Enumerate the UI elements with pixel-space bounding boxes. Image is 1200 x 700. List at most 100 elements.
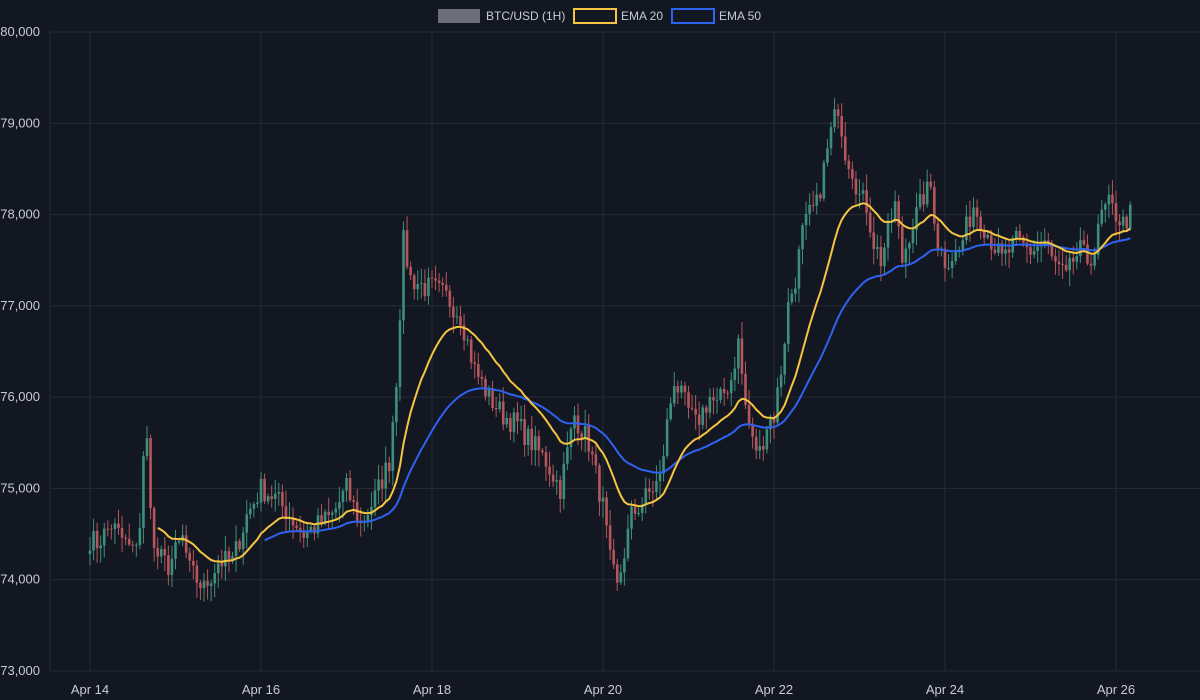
candle: [965, 205, 968, 245]
candle: [940, 246, 943, 257]
candle: [701, 404, 705, 430]
legend-item-ema20[interactable]: EMA 20: [573, 8, 663, 24]
candle: [291, 507, 295, 540]
candle: [669, 397, 672, 422]
candle: [473, 351, 477, 379]
candle: [330, 510, 334, 528]
x-tick-label: Apr 14: [71, 682, 109, 697]
candle: [633, 498, 637, 521]
candle: [733, 356, 737, 392]
candle: [263, 473, 266, 504]
legend-swatch-ema50: [671, 8, 715, 24]
candle: [519, 405, 523, 431]
candle: [252, 501, 256, 518]
candle: [548, 451, 551, 487]
candle: [836, 103, 840, 129]
candle: [551, 464, 555, 487]
candle: [88, 536, 92, 566]
candle: [188, 547, 192, 572]
candle: [387, 456, 391, 484]
y-tick-label: 74,000: [0, 572, 40, 587]
candle: [437, 273, 441, 293]
candle: [712, 387, 715, 415]
candle: [861, 182, 865, 201]
candle: [672, 371, 676, 407]
candle: [811, 190, 815, 212]
candle: [99, 535, 102, 563]
candle: [516, 402, 519, 435]
candle: [494, 396, 498, 417]
candle: [152, 506, 156, 562]
legend-item-ema50[interactable]: EMA 50: [671, 8, 761, 24]
candle: [534, 425, 537, 467]
candle: [680, 380, 683, 399]
candle: [1107, 184, 1111, 218]
candle: [509, 413, 512, 440]
candle: [605, 491, 608, 539]
candle: [541, 447, 544, 456]
candle: [722, 378, 726, 406]
candle: [601, 486, 605, 518]
candle: [911, 218, 915, 254]
legend-item-price[interactable]: BTC/USD (1H): [438, 9, 565, 23]
candle: [117, 509, 120, 535]
candle: [220, 549, 224, 579]
candle: [491, 380, 494, 412]
candle: [865, 174, 868, 226]
candle: [1118, 214, 1121, 241]
candle: [537, 430, 541, 467]
candle: [1029, 243, 1032, 265]
legend-label-price: BTC/USD (1H): [486, 9, 565, 23]
legend-label-ema20: EMA 20: [621, 9, 663, 23]
candle: [854, 171, 858, 205]
candle: [922, 181, 925, 212]
candle: [455, 306, 459, 324]
candle: [273, 480, 277, 512]
candle: [644, 477, 648, 514]
candle: [138, 512, 142, 550]
candle: [135, 542, 138, 557]
candle: [851, 161, 854, 190]
legend[interactable]: BTC/USD (1H) EMA 20 EMA 50: [438, 8, 761, 24]
candle: [192, 549, 195, 580]
candle: [779, 365, 783, 397]
candle: [259, 472, 263, 512]
candle: [391, 415, 395, 486]
x-tick-label: Apr 24: [926, 682, 964, 697]
candle: [334, 502, 338, 521]
candle: [1014, 226, 1018, 246]
candle: [676, 380, 680, 405]
grid-lines: [49, 31, 1200, 672]
candle: [598, 463, 601, 517]
candle: [637, 506, 640, 517]
candle: [758, 429, 762, 459]
candle: [580, 430, 583, 451]
candle: [544, 445, 548, 481]
y-tick-label: 78,000: [0, 207, 40, 222]
candle: [245, 499, 249, 549]
candle: [434, 265, 437, 290]
candle: [566, 431, 569, 471]
candle: [826, 138, 829, 167]
candle: [876, 234, 879, 260]
candle: [505, 411, 509, 429]
candle: [915, 192, 918, 246]
candle: [284, 490, 288, 533]
candle: [708, 388, 712, 419]
candle: [697, 401, 701, 441]
candle: [526, 425, 530, 456]
candle: [1071, 246, 1075, 275]
candle: [908, 241, 911, 265]
candle: [512, 407, 516, 443]
y-axis: 73,000 74,000 75,000 76,000 77,000 78,000 79,0…: [0, 24, 40, 678]
candle: [384, 446, 387, 501]
candle: [608, 509, 612, 560]
candle: [95, 522, 99, 563]
x-tick-label: Apr 18: [413, 682, 451, 697]
candle: [872, 216, 876, 265]
candle: [423, 269, 427, 302]
candle: [181, 524, 184, 547]
candle: [352, 495, 355, 515]
candle: [558, 475, 562, 513]
candle: [380, 465, 384, 502]
